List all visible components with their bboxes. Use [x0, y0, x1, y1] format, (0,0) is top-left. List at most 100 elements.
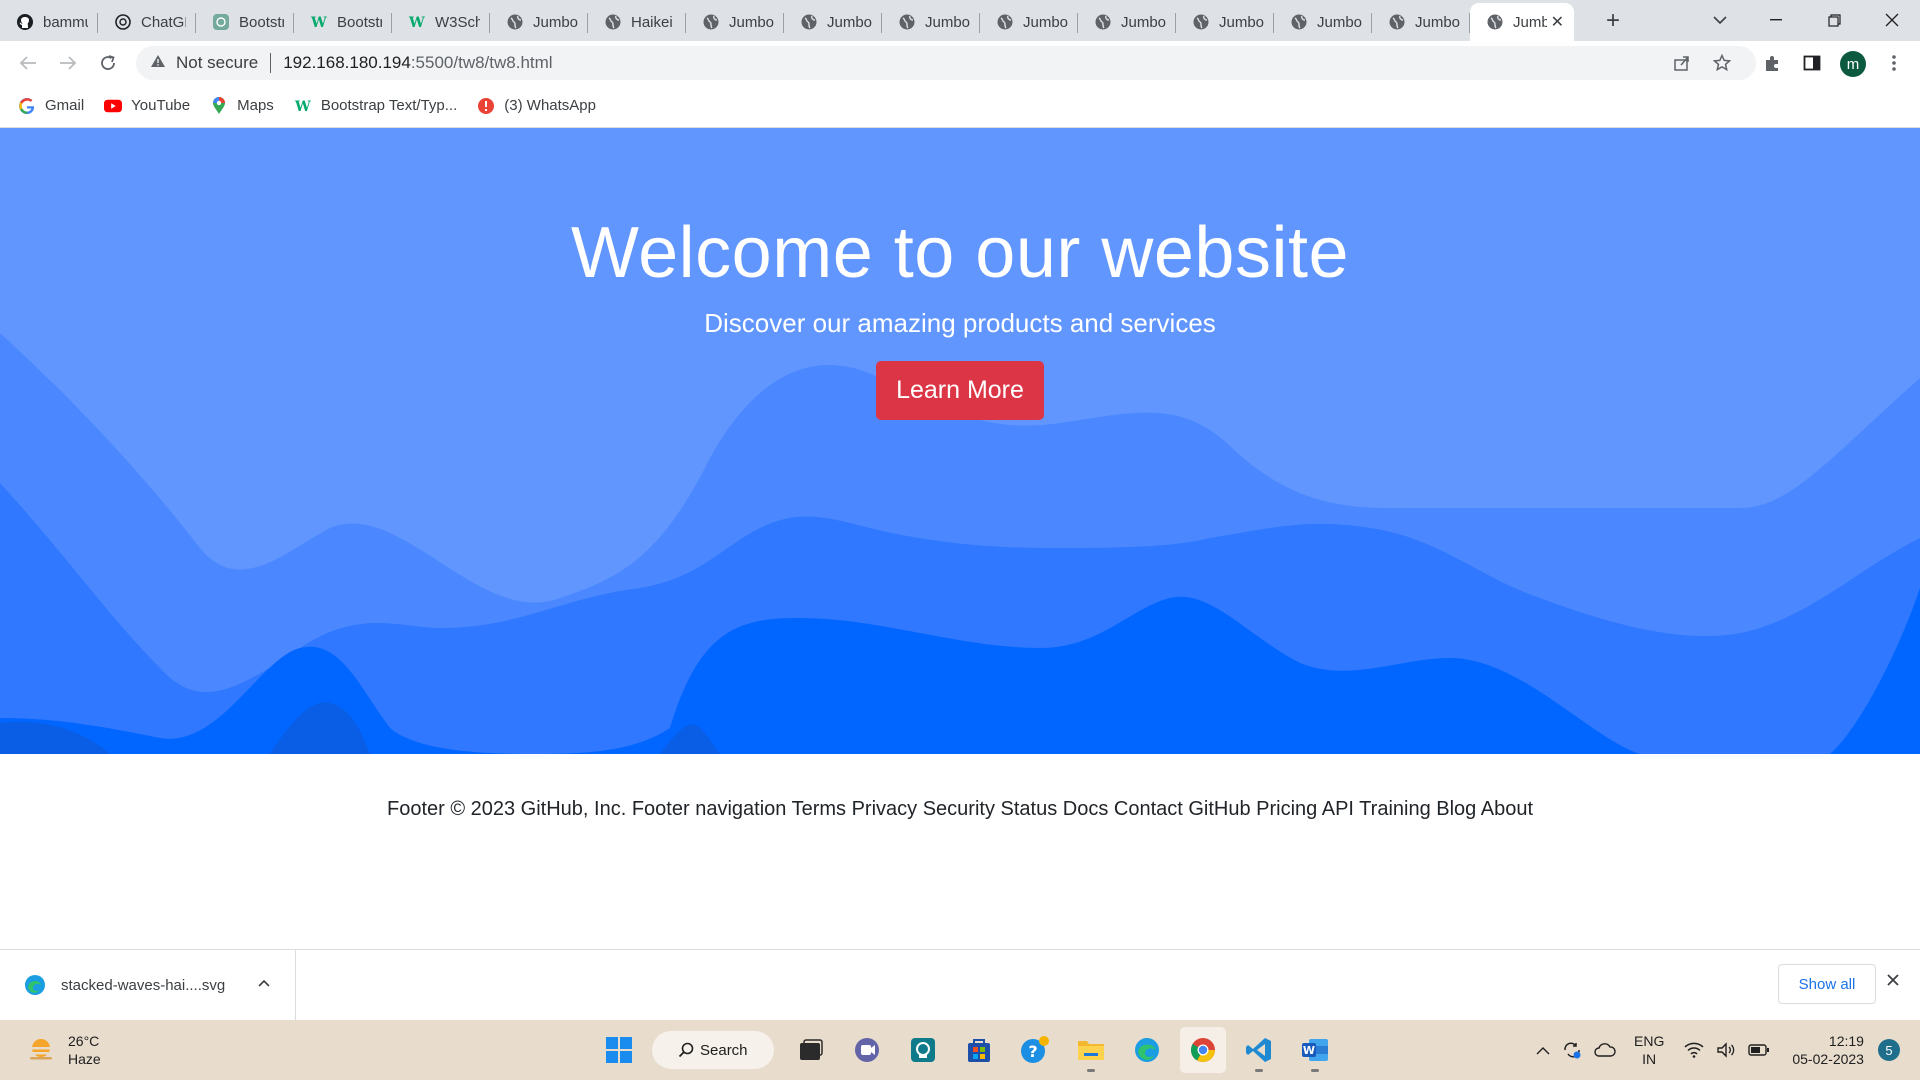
- tab-title: Jumbotron: [1219, 13, 1264, 31]
- browser-toolbar: Not secure 192.168.180.194:5500/tw8/tw8.…: [0, 41, 1920, 84]
- hero-subtitle: Discover our amazing products and servic…: [704, 308, 1216, 338]
- omnibox-divider: [270, 53, 272, 73]
- warning-icon[interactable]: [150, 53, 166, 73]
- file-explorer-button[interactable]: [1068, 1027, 1114, 1073]
- vscode-button[interactable]: [1236, 1027, 1282, 1073]
- address-bar[interactable]: Not secure 192.168.180.194:5500/tw8/tw8.…: [136, 46, 1756, 80]
- help-app-button[interactable]: ?: [1012, 1027, 1058, 1073]
- taskbar-search-label: Search: [700, 1041, 748, 1059]
- word-button[interactable]: W: [1292, 1027, 1338, 1073]
- edge-button[interactable]: [1124, 1027, 1170, 1073]
- side-panel-icon[interactable]: [1796, 47, 1828, 79]
- browser-tab[interactable]: Jumbotron: [980, 3, 1078, 41]
- browser-tab[interactable]: Jumbotron: [1274, 3, 1372, 41]
- bookmark-item[interactable]: YouTube: [104, 97, 190, 115]
- globe-icon: [800, 13, 818, 31]
- browser-tab[interactable]: Jumbotron: [1078, 3, 1176, 41]
- sync-icon[interactable]: [1562, 1041, 1582, 1059]
- url-host: 192.168.180.194: [283, 53, 411, 72]
- browser-tab[interactable]: Jumbotron: [686, 3, 784, 41]
- profile-avatar[interactable]: m: [1840, 51, 1866, 77]
- tab-list: bammu ChatGPT Bootstrap W Bootstrap W W3School…: [0, 3, 1574, 41]
- task-view-button[interactable]: [788, 1027, 834, 1073]
- chrome-icon: [1190, 1038, 1215, 1063]
- app-tile-icon: [911, 1038, 935, 1062]
- close-tab-icon[interactable]: ✕: [1551, 12, 1564, 32]
- security-status[interactable]: Not secure: [176, 53, 258, 73]
- youtube-icon: [104, 97, 123, 115]
- forward-button[interactable]: [52, 47, 84, 79]
- w3schools-icon: W: [408, 13, 426, 31]
- bookmark-item[interactable]: Gmail: [18, 97, 84, 115]
- restore-button[interactable]: [1814, 4, 1854, 36]
- page-footer: Footer © 2023 GitHub, Inc. Footer naviga…: [0, 754, 1920, 949]
- close-shelf-icon[interactable]: [1886, 970, 1900, 993]
- minimize-button[interactable]: [1756, 4, 1796, 36]
- github-icon: [16, 13, 34, 31]
- edge-file-icon: [25, 975, 45, 995]
- browser-tab[interactable]: W Bootstrap: [294, 3, 392, 41]
- svg-text:?: ?: [1028, 1042, 1037, 1061]
- clock-date: 05-02-2023: [1792, 1051, 1864, 1067]
- battery-icon[interactable]: [1748, 1044, 1770, 1056]
- clock-time: 12:19: [1828, 1033, 1864, 1049]
- language-indicator[interactable]: ENG IN: [1634, 1032, 1664, 1068]
- browser-tab[interactable]: Jumbotron✕: [1470, 3, 1574, 41]
- bookmark-item[interactable]: Maps: [210, 96, 274, 115]
- bookmark-item[interactable]: W Bootstrap Text/Typ...: [294, 97, 457, 115]
- chevron-up-icon[interactable]: [1536, 1046, 1550, 1055]
- close-window-button[interactable]: [1872, 4, 1912, 36]
- globe-icon: [898, 13, 916, 31]
- bookmark-item[interactable]: (3) WhatsApp: [477, 97, 596, 115]
- menu-kebab-icon[interactable]: [1878, 47, 1910, 79]
- tab-title: Jumbotron: [1317, 13, 1362, 31]
- browser-tab[interactable]: Jumbotron: [490, 3, 588, 41]
- tab-title: Jumbotron: [533, 13, 578, 31]
- bookmark-star-icon[interactable]: [1706, 47, 1738, 79]
- browser-tab[interactable]: W W3Schools: [392, 3, 490, 41]
- app-button-1[interactable]: [900, 1027, 946, 1073]
- bookmark-label: Gmail: [45, 97, 85, 114]
- browser-tab[interactable]: bammu: [0, 3, 98, 41]
- browser-tab[interactable]: ChatGPT: [98, 3, 196, 41]
- browser-tab[interactable]: Jumbotron: [1176, 3, 1274, 41]
- browser-tab[interactable]: Jumbotron: [882, 3, 980, 41]
- globe-icon: [604, 13, 622, 31]
- download-file-name: stacked-waves-hai....svg: [61, 976, 226, 994]
- teams-chat-button[interactable]: [844, 1027, 890, 1073]
- learn-more-button[interactable]: Learn More: [876, 361, 1044, 420]
- svg-text:W: W: [1303, 1044, 1315, 1057]
- share-icon[interactable]: [1666, 47, 1698, 79]
- cloud-icon[interactable]: [1594, 1042, 1616, 1058]
- wifi-icon[interactable]: [1684, 1042, 1704, 1058]
- microsoft-store-button[interactable]: [956, 1027, 1002, 1073]
- browser-tab[interactable]: Jumbotron: [784, 3, 882, 41]
- chrome-button[interactable]: [1180, 1027, 1226, 1073]
- extensions-icon[interactable]: [1756, 47, 1788, 79]
- chatgpt-icon: [114, 13, 132, 31]
- weather-widget[interactable]: 26°C Haze: [26, 1032, 101, 1068]
- clock[interactable]: 12:19 05-02-2023: [1792, 1032, 1864, 1068]
- taskbar-search[interactable]: Search: [652, 1031, 774, 1069]
- browser-tab[interactable]: Haikei: [588, 3, 686, 41]
- browser-tab[interactable]: Bootstrap: [196, 3, 294, 41]
- tab-search-chevron-icon[interactable]: [1700, 4, 1740, 36]
- word-icon: W: [1302, 1039, 1328, 1061]
- language-code: ENG: [1634, 1033, 1665, 1049]
- download-item[interactable]: stacked-waves-hai....svg: [0, 950, 296, 1020]
- browser-tab[interactable]: Jumbotron: [1372, 3, 1470, 41]
- tab-title: W3Schools: [435, 13, 480, 31]
- start-button[interactable]: [596, 1027, 642, 1073]
- hero-title: Welcome to our website: [570, 213, 1349, 293]
- back-button[interactable]: [12, 47, 44, 79]
- reload-button[interactable]: [92, 47, 124, 79]
- new-tab-button[interactable]: +: [1598, 6, 1628, 36]
- show-all-button[interactable]: Show all: [1778, 964, 1876, 1004]
- svg-text:W: W: [310, 15, 327, 31]
- bookmark-label: (3) WhatsApp: [504, 97, 596, 114]
- help-icon: ?: [1021, 1036, 1049, 1063]
- chevron-up-icon[interactable]: [258, 974, 270, 990]
- notification-badge[interactable]: 5: [1877, 1039, 1900, 1061]
- volume-icon[interactable]: [1716, 1042, 1736, 1058]
- task-view-icon: [800, 1039, 823, 1060]
